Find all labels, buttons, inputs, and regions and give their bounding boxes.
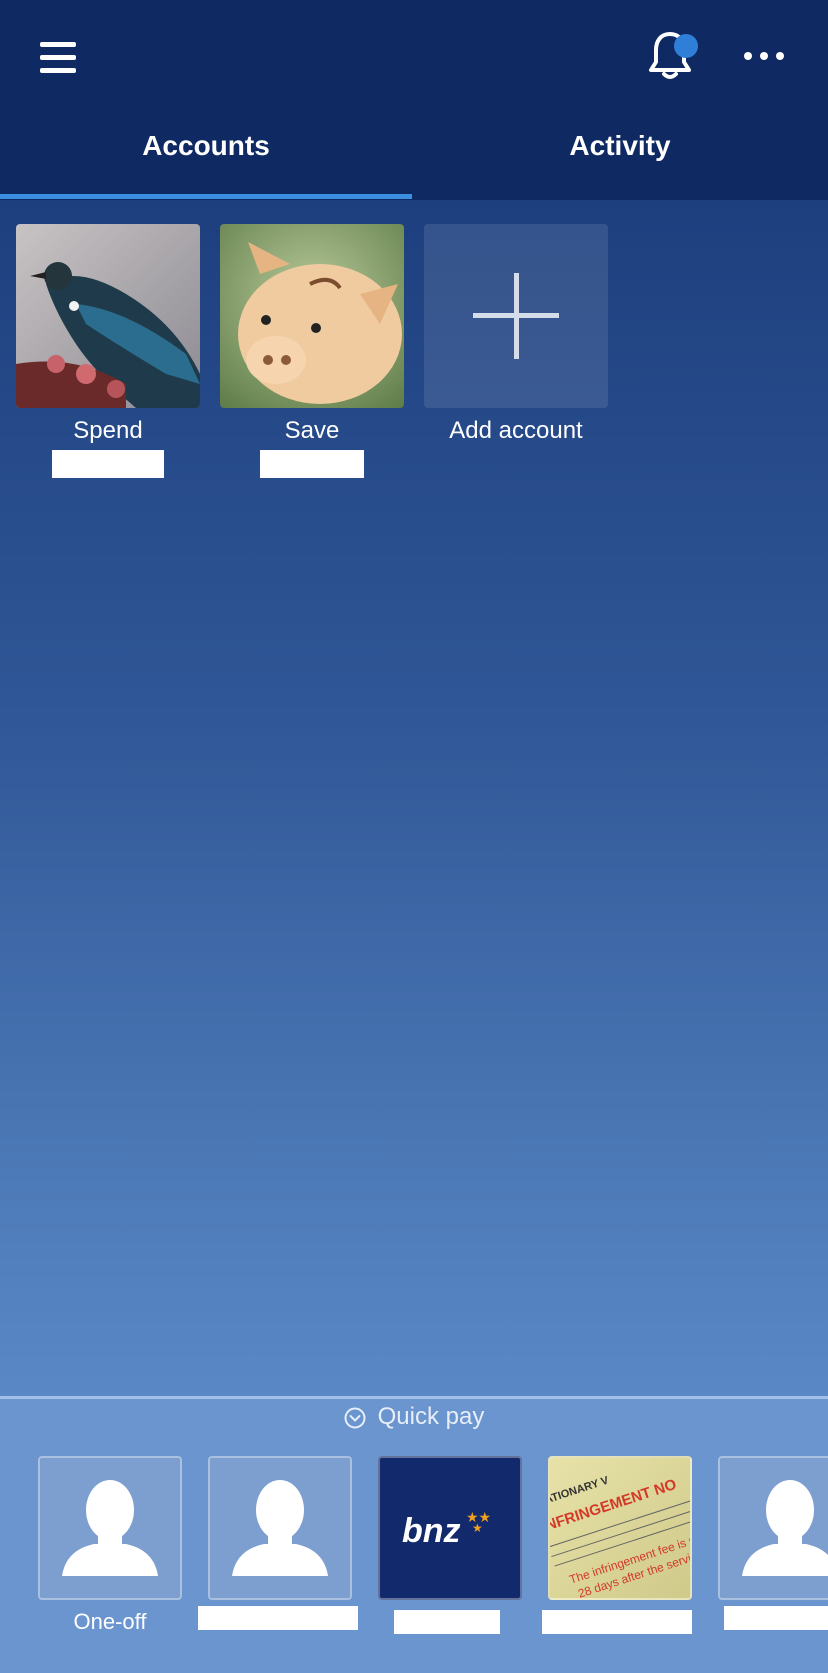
quick-pay-label-redacted: [394, 1610, 500, 1634]
person-silhouette-icon: [38, 1456, 182, 1600]
account-tile-spend[interactable]: Spend: [16, 224, 200, 478]
menu-icon: [40, 42, 76, 73]
bnz-logo: bnz ★★ ★: [378, 1456, 522, 1600]
quick-pay-label-redacted: [724, 1606, 828, 1630]
quick-pay-label: One-off: [73, 1609, 147, 1634]
quick-pay-label-redacted: [542, 1610, 692, 1634]
quick-pay-item-one-off[interactable]: One-off: [38, 1456, 182, 1636]
account-tile-save[interactable]: Save: [220, 224, 404, 478]
account-name: Spend: [73, 417, 143, 444]
quick-pay-item-infringement[interactable]: STATIONARY V INFRINGEMENT NO The infring…: [548, 1456, 692, 1600]
notice-line: INFRINGEMENT NO: [550, 1476, 679, 1536]
account-balance-redacted: [52, 450, 164, 478]
person-silhouette-icon: [208, 1456, 352, 1600]
top-bar: [0, 0, 828, 200]
account-balance-redacted: [260, 450, 364, 478]
active-tab-indicator: [0, 194, 412, 199]
menu-button[interactable]: [40, 42, 76, 76]
piggy-bank-image: [220, 224, 404, 408]
notification-badge: [674, 34, 698, 58]
add-account-tile: [424, 224, 608, 408]
quick-pay-toggle[interactable]: Quick pay: [0, 1403, 828, 1439]
quick-pay-title: Quick pay: [377, 1403, 485, 1430]
tab-activity[interactable]: Activity: [414, 130, 826, 168]
add-account-label: Add account: [449, 417, 583, 444]
add-account-button[interactable]: Add account: [424, 224, 608, 446]
tui-bird-image: [16, 224, 200, 408]
quick-pay-item[interactable]: [718, 1456, 828, 1600]
more-icon: [744, 52, 752, 60]
quick-pay-label-redacted: [198, 1606, 358, 1630]
svg-text:★: ★: [472, 1521, 483, 1535]
account-name: Save: [284, 417, 340, 444]
quick-pay-item-bnz[interactable]: bnz ★★ ★: [378, 1456, 522, 1600]
more-options-button[interactable]: [744, 46, 784, 66]
quick-pay-item[interactable]: [208, 1456, 352, 1600]
person-silhouette-icon: [718, 1456, 828, 1600]
bnz-logo-text: bnz: [402, 1512, 461, 1550]
notifications-button[interactable]: [648, 30, 698, 84]
tab-accounts[interactable]: Accounts: [0, 130, 412, 168]
infringement-notice-image: STATIONARY V INFRINGEMENT NO The infring…: [548, 1456, 692, 1600]
plus-icon: [473, 273, 559, 359]
chevron-down-circle-icon: [344, 1407, 366, 1429]
